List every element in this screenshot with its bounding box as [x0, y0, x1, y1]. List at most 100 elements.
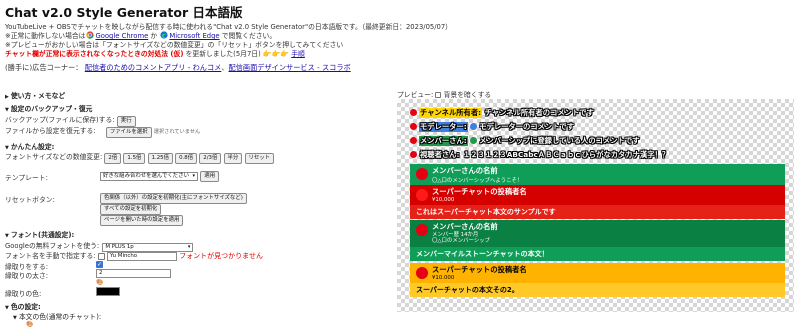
outline-width-label: 縁取りの太さ:	[5, 272, 49, 280]
section-easy-label: かんたん設定:	[10, 143, 55, 151]
avatar	[410, 151, 417, 158]
section-font[interactable]: ▼ フォント(共通設定):	[5, 229, 74, 239]
size-label: フォントサイズなどの数値変更:	[5, 153, 103, 161]
chat-message: １２３１２３ABCabcＡＢＣａｂｃひらがなカタカナ漢字！？	[462, 150, 670, 159]
author-name: モデレーター:	[419, 122, 468, 132]
preview-area: チャンネル所有者: チャンネル所有者のコメントです モデレーター: モデレーター…	[397, 99, 794, 312]
backup-save-label: バックアップ(ファイルに保存)する:	[5, 116, 115, 124]
moderator-badge-icon	[470, 123, 478, 130]
avatar	[416, 189, 428, 201]
size-2-3x-button[interactable]: 2/3倍	[199, 153, 222, 164]
outline-checkbox[interactable]: ✓	[96, 261, 103, 268]
size-1-5x-button[interactable]: 1.5倍	[123, 153, 146, 164]
ad-link-onecomme[interactable]: 配信者のためのコメントアプリ - わんコメ	[85, 63, 222, 72]
member-badge-icon	[470, 137, 478, 144]
warning-post: を更新しました(5月7日)	[183, 50, 261, 58]
reset-all-button[interactable]: すべての設定を初期化	[100, 204, 162, 215]
edge-icon	[160, 31, 168, 39]
ad-prefix: (勝手に)広告コーナー：	[5, 63, 83, 72]
warning-text: チャット欄が正常に表示されなくなったときの対処法 (仮)	[5, 50, 184, 58]
section-color[interactable]: ▼ 色の設定:	[5, 301, 41, 311]
reset-row2: すべての設定を初期化	[100, 204, 162, 215]
chat-message: メンバーシップに登録している人のコメントです	[479, 136, 640, 145]
superchat2-card: スーパーチャットの投稿者名 ¥10.000 スーパーチャットの本文その2。	[410, 263, 785, 297]
avatar	[410, 109, 417, 116]
avatar	[416, 224, 428, 236]
chat-message: チャンネル所有者のコメントです	[484, 108, 594, 117]
size-reset-button[interactable]: リセット	[244, 153, 275, 164]
milestone-card: メンバーさんの名前 メンバー歴 14か月 〇△口のメンバーシップ メンバーマイル…	[410, 220, 785, 261]
manual-font-input[interactable]: Yu Mincho	[107, 251, 177, 261]
avatar	[416, 267, 428, 279]
pointing-hand-icon: 👉👉👉	[262, 50, 290, 58]
author-name: チャンネル所有者:	[419, 108, 483, 118]
size-row: フォントサイズなどの数値変更: 2倍 1.5倍 1.25倍 0.8倍 2/3倍 …	[5, 151, 275, 164]
member-welcome: 〇△口のメンバーシップへようこそ！	[432, 178, 523, 184]
outline-color-label: 縁取りの色:	[5, 290, 42, 298]
darken-bg-label: 背景を暗くする	[443, 91, 492, 99]
reset-non-color-button[interactable]: 色関係（以外）の設定を初期化(主にフォントサイズなど)	[100, 193, 247, 204]
color-picker-icon[interactable]: 🎨	[26, 321, 33, 328]
size-half-button[interactable]: 半分	[223, 153, 243, 164]
font-not-found-text: フォントが見つかりません	[179, 252, 263, 260]
milestone-sub: メンバー歴 14か月 〇△口のメンバーシップ	[432, 232, 490, 244]
reset-label: リセットボタン:	[5, 196, 55, 204]
ad-corner: (勝手に)広告コーナー： 配信者のためのコメントアプリ - わんコメ、配信画面デ…	[5, 63, 351, 73]
section-backup[interactable]: ▼ 設定のバックアップ・復元	[5, 103, 92, 113]
outline-width-input[interactable]: 2	[96, 269, 171, 278]
darken-bg-checkbox[interactable]: ✓	[435, 92, 442, 98]
manual-font-row: フォント名を手動で指定する: ✓ Yu Mincho フォントが見つかりません	[5, 250, 263, 261]
member-card: メンバーさんの名前 〇△口のメンバーシップへようこそ！	[410, 164, 785, 186]
reset-row3: ページを開いた時の設定を適用	[100, 215, 184, 226]
section-text-color[interactable]: ▼ 本文の色(通常のチャット):	[13, 311, 101, 321]
avatar	[410, 137, 417, 144]
superchat2-body: スーパーチャットの本文その2。	[410, 283, 785, 297]
section-howto[interactable]: ▶ 使い方・メモなど	[5, 90, 65, 100]
size-2x-button[interactable]: 2倍	[104, 153, 122, 164]
choose-file-button[interactable]: ファイルを選択	[105, 127, 152, 138]
chat-message: モデレーターのコメントです	[479, 122, 575, 131]
member-name: メンバーさんの名前	[432, 166, 498, 175]
template-select[interactable]: 好きな組み合わせを選んでください ▾	[100, 172, 198, 181]
section-text-color-label: 本文の色(通常のチャット):	[18, 313, 102, 321]
reset-row1: 色関係（以外）の設定を初期化(主にフォントサイズなど)	[100, 193, 247, 204]
superchat2-amount: ¥10.000	[432, 275, 455, 281]
apply-template-button[interactable]: 適用	[200, 171, 220, 182]
preview-header: プレビュー: ✓ 背景を暗くする	[397, 89, 491, 99]
restore-label: ファイルから設定を復元する:	[5, 127, 96, 135]
author-name: 視聴者さん:	[420, 150, 460, 159]
size-1-25x-button[interactable]: 1.25倍	[147, 153, 173, 164]
warning-line: チャット欄が正常に表示されなくなったときの対処法 (仮) を更新しました(5月7…	[5, 48, 305, 58]
milestone-body: メンバーマイルストーンチャットの本文！	[410, 247, 785, 261]
chrome-icon	[86, 31, 95, 39]
google-font-label: Googleの無料フォントを使う:	[5, 242, 100, 250]
backup-restore-row: ファイルから設定を復元する: ファイルを選択 選択されていません	[5, 125, 200, 138]
collapse-icon: ▼	[5, 305, 9, 311]
page-title: Chat v2.0 Style Generator 日本語版	[5, 5, 243, 20]
manual-font-label: フォント名を手動で指定する:	[5, 252, 96, 260]
file-status: 選択されていません	[153, 129, 201, 135]
section-backup-label: 設定のバックアップ・復元	[10, 105, 93, 113]
milestone-name: メンバーさんの名前	[432, 222, 498, 231]
collapse-icon: ▼	[5, 107, 9, 113]
avatar	[416, 168, 428, 180]
apply-initial-settings-button[interactable]: ページを開いた時の設定を適用	[100, 215, 184, 226]
chat-line-member: メンバーさん: メンバーシップに登録している人のコメントです	[410, 136, 639, 146]
chat-line-viewer: 視聴者さん: １２３１２３ABCabcＡＢＣａｂｃひらがなカタカナ漢字！？	[410, 150, 669, 160]
manual-font-checkbox[interactable]: ✓	[97, 253, 105, 260]
size-0-8x-button[interactable]: 0.8倍	[175, 153, 198, 164]
template-row: 好きな組み合わせを選んでください ▾ 適用	[100, 171, 220, 182]
superchat-body: これはスーパーチャット本文のサンプルです	[410, 205, 785, 219]
section-font-label: フォント(共通設定):	[10, 231, 75, 239]
template-label: テンプレート:	[5, 174, 48, 182]
avatar	[410, 123, 417, 130]
howto-link[interactable]: 手順	[291, 50, 305, 58]
color-picker-icon[interactable]: 🎨	[96, 279, 103, 286]
section-easy[interactable]: ▼ かんたん設定:	[5, 141, 54, 151]
author-name: メンバーさん:	[419, 136, 468, 146]
collapse-icon: ▼	[5, 233, 9, 239]
chevron-down-icon: ▾	[192, 173, 195, 179]
outline-color-swatch[interactable]	[96, 287, 120, 296]
ad-link-scolabo[interactable]: 配信画面デザインサービス - スコラボ	[229, 63, 351, 72]
superchat-card: スーパーチャットの投稿者名 ¥10,000 これはスーパーチャット本文のサンプル…	[410, 185, 785, 219]
